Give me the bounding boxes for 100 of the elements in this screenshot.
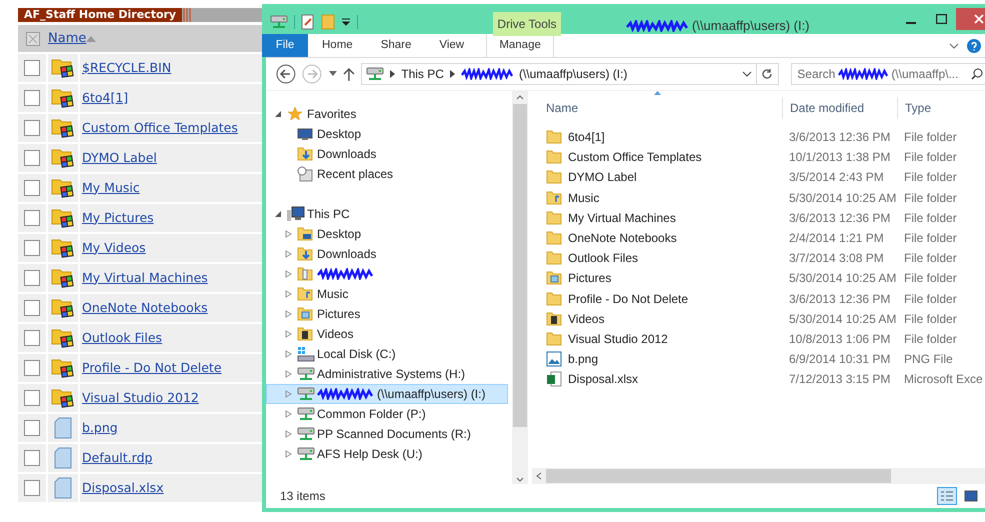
network-drive-icon — [297, 426, 315, 442]
row-checkbox[interactable] — [24, 60, 40, 76]
collapsed-arrow-icon[interactable] — [285, 250, 292, 258]
expanded-arrow-icon[interactable] — [275, 210, 282, 218]
name-column-header[interactable]: Name — [48, 28, 86, 48]
row-checkbox[interactable] — [24, 270, 40, 286]
collapsed-arrow-icon[interactable] — [285, 430, 292, 438]
row-checkbox[interactable] — [24, 210, 40, 226]
row-checkbox[interactable] — [24, 450, 40, 466]
file-row[interactable]: 6to4[1] 3/6/2013 12:36 PM File folder — [532, 127, 985, 148]
ribbon-tab[interactable]: Manage — [486, 34, 554, 57]
nav-item[interactable]: Common Folder (P:) — [266, 404, 508, 424]
nav-item[interactable]: PP Scanned Documents (R:) — [266, 424, 508, 444]
breadcrumb[interactable]: This PC — [401, 65, 444, 83]
breadcrumb[interactable]: (\\umaaffp\users) (I:) — [518, 65, 628, 83]
row-checkbox[interactable] — [24, 390, 40, 406]
file-link[interactable]: My Music — [82, 178, 140, 198]
breadcrumb-arrow-icon[interactable] — [390, 70, 396, 78]
file-row[interactable]: Profile - Do Not Delete 3/6/2013 12:36 PM File folder — [532, 288, 985, 309]
nav-item[interactable]: AFS Help Desk (U:) — [266, 444, 508, 464]
back-button-icon[interactable] — [276, 64, 296, 84]
ribbon-tab[interactable]: View — [425, 34, 478, 57]
file-row[interactable]: b.png 6/9/2014 10:31 PM PNG File — [532, 349, 985, 370]
file-row[interactable]: Pictures 5/30/2014 10:25 AM File folder — [532, 268, 985, 288]
row-checkbox[interactable] — [24, 420, 40, 436]
nav-item[interactable]: This PC — [266, 204, 508, 224]
nav-item[interactable]: Desktop — [266, 224, 508, 244]
nav-item[interactable]: Recent places — [266, 164, 508, 184]
row-checkbox[interactable] — [24, 300, 40, 316]
collapsed-arrow-icon[interactable] — [285, 450, 292, 458]
up-arrow-icon[interactable] — [343, 67, 356, 81]
scroll-left-icon[interactable] — [536, 472, 542, 480]
address-bar[interactable]: This PC (\\umaaffp\users) (I:) — [361, 63, 757, 85]
nav-item[interactable]: Desktop — [266, 124, 508, 144]
scroll-down-icon[interactable] — [516, 477, 524, 482]
collapsed-arrow-icon[interactable] — [285, 350, 292, 358]
collapsed-arrow-icon[interactable] — [285, 390, 292, 398]
file-link[interactable]: My Pictures — [82, 208, 154, 228]
details-view-button[interactable] — [937, 487, 957, 505]
file-link[interactable]: DYMO Label — [82, 148, 157, 168]
search-field[interactable]: Search (\\umaaffp\... — [791, 63, 985, 85]
row-checkbox[interactable] — [24, 480, 40, 496]
collapsed-arrow-icon[interactable] — [285, 310, 292, 318]
row-checkbox[interactable] — [24, 180, 40, 196]
file-link[interactable]: My Videos — [82, 238, 146, 258]
file-link[interactable]: Outlook Files — [82, 328, 162, 348]
chevron-down-icon[interactable] — [949, 42, 959, 48]
dropdown-icon[interactable] — [341, 18, 351, 26]
scroll-up-icon[interactable] — [516, 95, 524, 100]
file-row[interactable]: Custom Office Templates 10/1/2013 1:38 PM File folder — [532, 147, 985, 168]
file-row[interactable]: Outlook Files 3/7/2014 3:08 PM File folder — [532, 248, 985, 268]
nav-item[interactable]: (\\umaaffp\users) (I:) — [266, 384, 508, 404]
help-icon[interactable] — [967, 38, 981, 52]
file-link[interactable]: 6to4[1] — [82, 88, 128, 108]
file-row[interactable]: Disposal.xlsx 7/12/2013 3:15 PM Microsoft Exce — [532, 369, 985, 390]
recent-dropdown-icon[interactable] — [328, 71, 338, 77]
file-link[interactable]: Default.rdp — [82, 448, 152, 468]
file-link[interactable]: b.png — [82, 418, 118, 438]
nav-item[interactable]: Downloads — [266, 144, 508, 164]
nav-item[interactable]: Administrative Systems (H:) — [266, 364, 508, 384]
select-all-checkbox-icon[interactable] — [26, 32, 40, 46]
row-checkbox[interactable] — [24, 120, 40, 136]
ribbon-tab[interactable]: File — [262, 34, 308, 57]
ribbon-tab[interactable]: Home — [308, 34, 367, 57]
file-row[interactable]: Videos 5/30/2014 10:25 AM File folder — [532, 308, 985, 329]
properties-icon[interactable] — [301, 14, 315, 30]
collapsed-arrow-icon[interactable] — [285, 270, 292, 278]
row-checkbox[interactable] — [24, 360, 40, 376]
expanded-arrow-icon[interactable] — [275, 110, 282, 118]
collapsed-arrow-icon[interactable] — [285, 230, 292, 238]
chevron-down-icon[interactable] — [742, 71, 752, 77]
column-header[interactable]: Date modified — [782, 97, 897, 119]
nav-item[interactable]: Pictures — [266, 304, 508, 324]
row-checkbox[interactable] — [24, 330, 40, 346]
collapsed-arrow-icon[interactable] — [285, 290, 292, 298]
breadcrumb-arrow-icon[interactable] — [450, 70, 455, 78]
forward-button-icon[interactable] — [302, 64, 322, 84]
refresh-button[interactable] — [756, 63, 780, 85]
nav-item[interactable]: Videos — [266, 324, 508, 344]
file-link[interactable]: Disposal.xlsx — [82, 478, 164, 498]
nav-item[interactable]: Local Disk (C:) — [266, 344, 508, 364]
row-checkbox[interactable] — [24, 240, 40, 256]
ribbon-tab[interactable]: Share — [366, 34, 426, 57]
collapsed-arrow-icon[interactable] — [285, 330, 292, 338]
file-row[interactable]: Visual Studio 2012 10/8/2013 1:06 PM File folder — [532, 328, 985, 350]
collapsed-arrow-icon[interactable] — [285, 370, 292, 378]
row-checkbox[interactable] — [24, 90, 40, 106]
vertical-scrollbar[interactable] — [512, 91, 528, 484]
nav-item[interactable]: Favorites — [266, 104, 508, 124]
file-row[interactable]: My Virtual Machines 3/6/2013 12:36 PM File folder — [532, 208, 985, 228]
collapsed-arrow-icon[interactable] — [285, 410, 292, 418]
horizontal-scrollbar[interactable] — [532, 468, 985, 484]
column-header[interactable]: Type — [897, 97, 985, 119]
column-header[interactable]: Name — [532, 97, 782, 119]
file-row[interactable]: Music 5/30/2014 10:25 AM File folder — [532, 188, 985, 208]
file-row[interactable]: OneNote Notebooks 2/4/2014 1:21 PM File folder — [532, 228, 985, 248]
nav-item[interactable]: Downloads — [266, 244, 508, 264]
nav-item[interactable]: Music — [266, 284, 508, 304]
row-checkbox[interactable] — [24, 150, 40, 166]
file-row[interactable]: DYMO Label 3/5/2014 2:43 PM File folder — [532, 167, 985, 188]
